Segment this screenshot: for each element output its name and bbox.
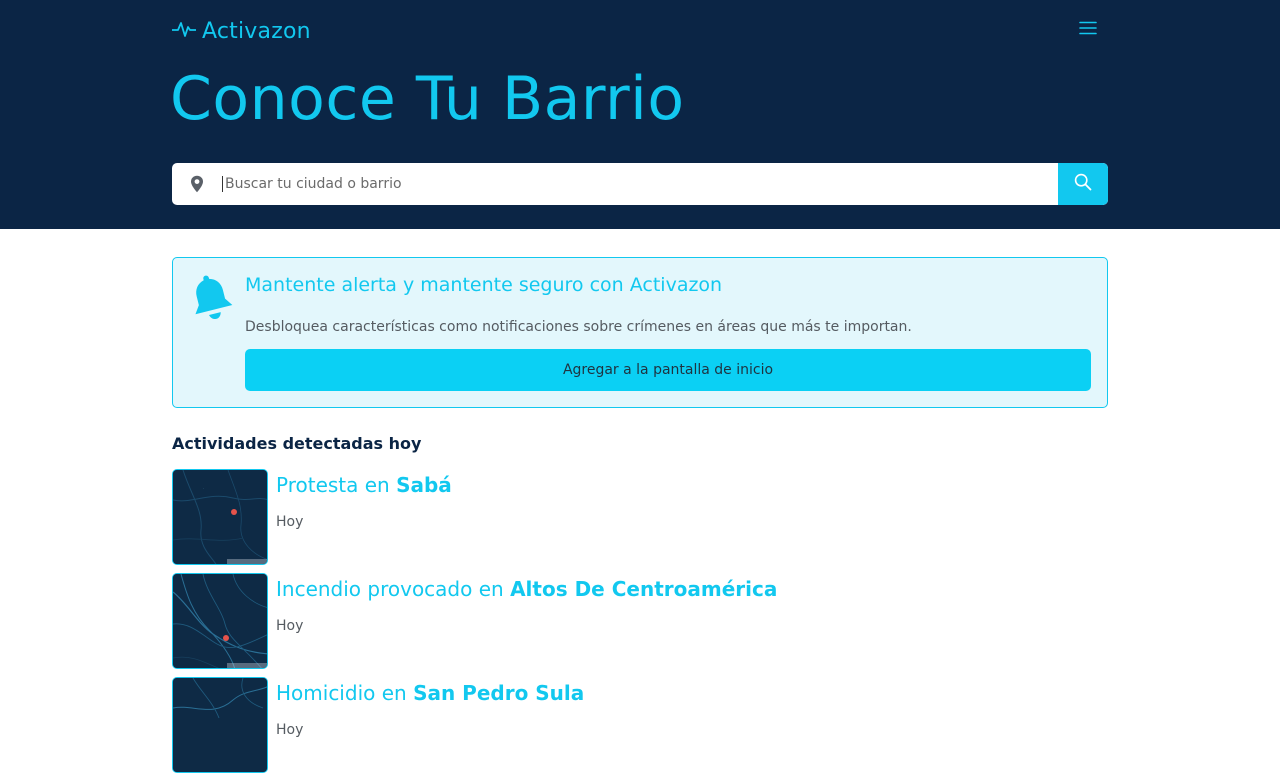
activity-map-thumbnail[interactable] <box>172 677 268 773</box>
install-alert-card: Mantente alerta y mantente seguro con Ac… <box>172 257 1108 408</box>
list-item[interactable]: Homicidio en San Pedro Sula Hoy <box>172 677 1108 773</box>
search-input[interactable] <box>222 176 1058 192</box>
search-button[interactable] <box>1058 163 1108 205</box>
logo-text: Activazon <box>202 18 311 44</box>
activity-map-thumbnail[interactable] <box>172 573 268 669</box>
svg-text:·: · <box>203 486 204 491</box>
logo[interactable]: Activazon <box>171 16 311 46</box>
alert-title: Mantente alerta y mantente seguro con Ac… <box>245 274 723 296</box>
activity-date: Hoy <box>276 722 304 738</box>
page-title: Conoce Tu Barrio <box>170 64 685 134</box>
search-bar <box>172 163 1108 205</box>
search-icon <box>1074 173 1092 195</box>
activity-map-thumbnail[interactable]: · <box>172 469 268 565</box>
activity-date: Hoy <box>276 514 304 530</box>
incident-marker <box>223 635 229 641</box>
activity-title[interactable]: Incendio provocado en Altos De Centroamé… <box>276 577 777 601</box>
hamburger-menu-icon <box>1079 20 1097 40</box>
activity-date: Hoy <box>276 618 304 634</box>
pulse-icon <box>171 19 197 43</box>
menu-button[interactable] <box>1076 18 1100 42</box>
list-item[interactable]: · Protesta en Sabá Hoy <box>172 469 1108 565</box>
add-to-home-screen-button[interactable]: Agregar a la pantalla de inicio <box>245 349 1091 391</box>
activity-title[interactable]: Protesta en Sabá <box>276 473 452 497</box>
bell-icon <box>189 272 233 326</box>
map-pin-icon <box>172 163 222 205</box>
incident-marker <box>231 509 237 515</box>
list-item[interactable]: Incendio provocado en Altos De Centroamé… <box>172 573 1108 669</box>
alert-description: Desbloquea características como notifica… <box>245 319 912 335</box>
section-title: Actividades detectadas hoy <box>172 434 422 453</box>
activity-title[interactable]: Homicidio en San Pedro Sula <box>276 681 584 705</box>
